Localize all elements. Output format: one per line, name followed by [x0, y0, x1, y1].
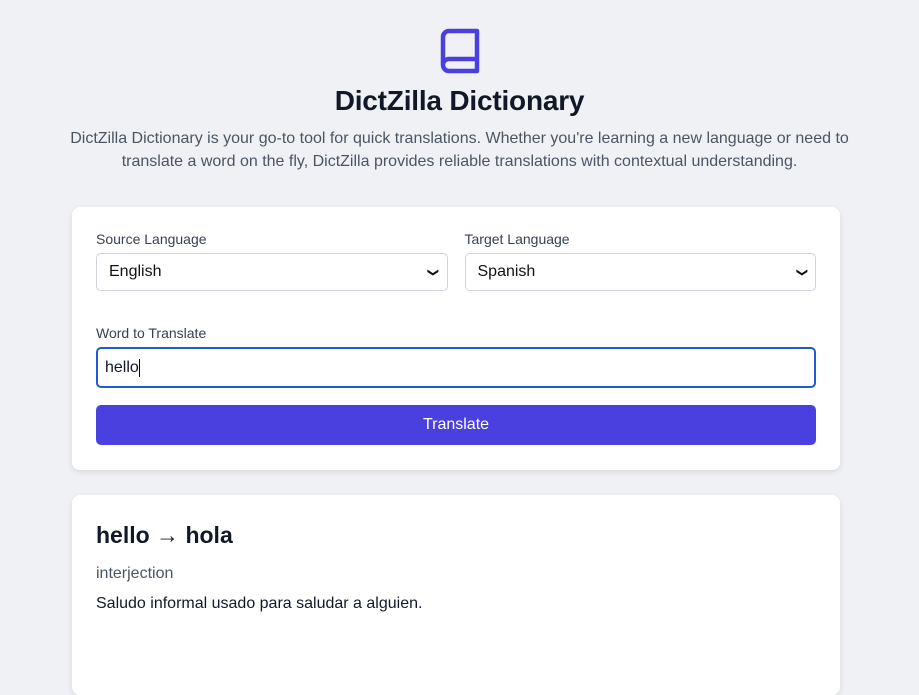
source-language-value: English — [109, 263, 162, 280]
word-input-value: hello — [105, 358, 139, 376]
header: DictZilla Dictionary DictZilla Dictionar… — [0, 0, 919, 173]
page-title: DictZilla Dictionary — [334, 85, 585, 116]
target-language-select[interactable]: Spanish ❯ — [464, 253, 816, 291]
chevron-down-icon: ❯ — [795, 267, 808, 277]
definition: Saludo informal usado para saludar a alg… — [96, 595, 423, 612]
result-heading: hello → hola — [96, 522, 233, 548]
page-description: DictZilla Dictionary is your go-to tool … — [70, 130, 849, 170]
word-label: Word to Translate — [96, 325, 207, 341]
source-language-label: Source Language — [96, 231, 207, 247]
book-icon — [440, 28, 479, 74]
chevron-down-icon: ❯ — [427, 267, 440, 277]
target-language-label: Target Language — [464, 231, 570, 247]
translate-form: Source Language English ❯ Target Language… — [72, 207, 840, 470]
target-language-value: Spanish — [477, 263, 536, 280]
part-of-speech: interjection — [96, 565, 174, 582]
translate-button[interactable]: Translate — [96, 405, 816, 445]
word-input[interactable]: hello — [96, 347, 816, 388]
result-card: hello → hola interjection Saludo informa… — [72, 495, 840, 695]
text-caret — [138, 358, 140, 377]
source-language-select[interactable]: English ❯ — [96, 253, 448, 291]
